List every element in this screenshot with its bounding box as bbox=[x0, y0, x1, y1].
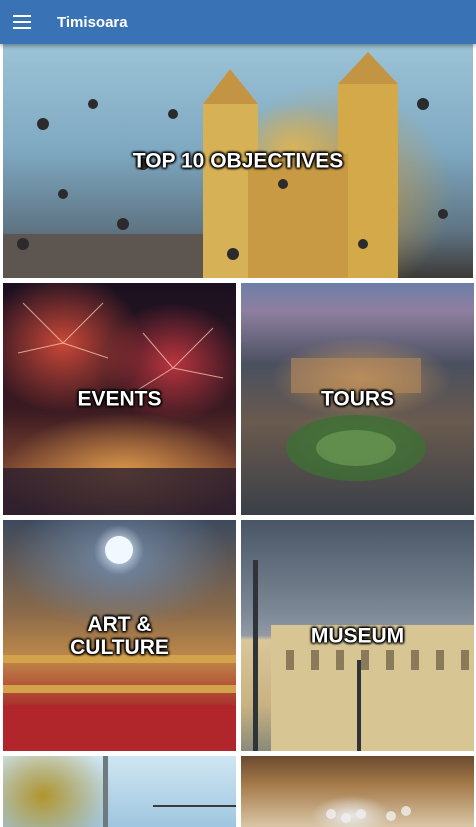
tile-parks[interactable] bbox=[3, 756, 236, 827]
tile-museum[interactable]: MUSEUM bbox=[241, 520, 474, 751]
hamburger-menu-icon bbox=[13, 15, 31, 29]
tile-label: TOP 10 OBJECTIVES bbox=[132, 149, 344, 173]
tile-shopping[interactable] bbox=[241, 756, 474, 827]
interior-image bbox=[326, 806, 411, 823]
tile-label: EVENTS bbox=[77, 387, 162, 411]
tile-events[interactable]: EVENTS bbox=[3, 283, 236, 515]
tile-art-and-culture[interactable]: ART & CULTURE bbox=[3, 520, 236, 751]
menu-button[interactable] bbox=[0, 0, 44, 44]
tile-label: TOURS bbox=[320, 387, 395, 411]
tile-tours[interactable]: TOURS bbox=[241, 283, 474, 515]
tile-top-10-objectives[interactable]: TOP 10 OBJECTIVES bbox=[3, 44, 473, 278]
app-title: Timisoara bbox=[57, 13, 128, 31]
app-bar: Timisoara bbox=[0, 0, 476, 44]
tile-label: ART & CULTURE bbox=[70, 612, 169, 659]
trees-image bbox=[103, 756, 236, 827]
tile-label: MUSEUM bbox=[310, 624, 405, 647]
